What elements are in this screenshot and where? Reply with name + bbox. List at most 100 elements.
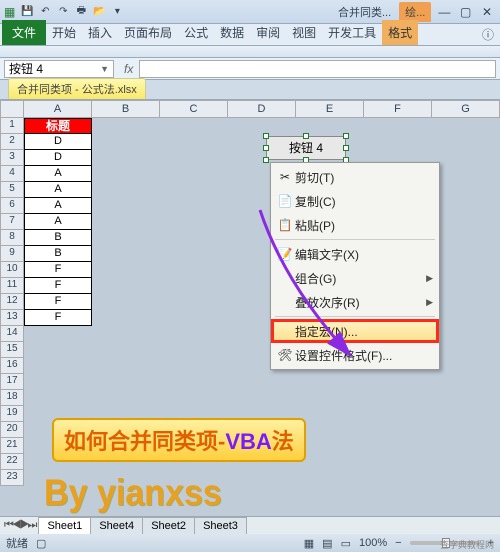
file-tab[interactable]: 文件 [2, 20, 46, 45]
menu-cut[interactable]: ✂剪切(T) [271, 165, 439, 189]
zoom-out-icon[interactable]: − [395, 537, 401, 549]
sheet-tab[interactable]: Sheet1 [38, 517, 91, 534]
undo-icon[interactable]: ↶ [37, 4, 53, 20]
tab-insert[interactable]: 插入 [82, 20, 118, 45]
contextual-tab-label: 绘... [399, 2, 431, 22]
row-header[interactable]: 20 [0, 422, 24, 438]
row-header[interactable]: 8 [0, 230, 24, 246]
tab-format-contextual[interactable]: 格式 [382, 20, 418, 45]
row-header[interactable]: 2 [0, 134, 24, 150]
tab-view[interactable]: 视图 [286, 20, 322, 45]
tab-home[interactable]: 开始 [46, 20, 82, 45]
data-cell[interactable]: B [24, 230, 92, 246]
row-header[interactable]: 22 [0, 454, 24, 470]
data-cell[interactable]: F [24, 278, 92, 294]
row-header[interactable]: 15 [0, 342, 24, 358]
maximize-icon[interactable]: ▢ [457, 5, 475, 19]
view-layout-icon[interactable]: ▤ [322, 537, 332, 550]
data-cell[interactable]: B [24, 246, 92, 262]
open-icon[interactable]: 📂 [91, 4, 107, 20]
row-header[interactable]: 9 [0, 246, 24, 262]
data-cell[interactable]: D [24, 150, 92, 166]
row-header[interactable]: 13 [0, 310, 24, 326]
print-icon[interactable]: 🖶 [73, 4, 89, 20]
col-header[interactable]: B [92, 100, 160, 118]
sheet-tab[interactable]: Sheet3 [194, 517, 247, 534]
row-header[interactable]: 23 [0, 470, 24, 486]
col-header[interactable]: C [160, 100, 228, 118]
tab-page-layout[interactable]: 页面布局 [118, 20, 178, 45]
row-header[interactable]: 7 [0, 214, 24, 230]
row-header[interactable]: 21 [0, 438, 24, 454]
tab-formulas[interactable]: 公式 [178, 20, 214, 45]
menu-copy[interactable]: 📄复制(C) [271, 189, 439, 213]
col-header[interactable]: G [432, 100, 500, 118]
resize-handle[interactable] [263, 133, 269, 139]
col-header[interactable]: A [24, 100, 92, 118]
resize-handle[interactable] [343, 133, 349, 139]
select-all-corner[interactable] [0, 100, 24, 118]
name-box-value: 按钮 4 [9, 60, 43, 77]
col-header[interactable]: E [296, 100, 364, 118]
sheet-tab[interactable]: Sheet2 [142, 517, 195, 534]
qat-more-icon[interactable]: ▾ [109, 4, 125, 20]
row-header[interactable]: 1 [0, 118, 24, 134]
menu-group[interactable]: 组合(G)▶ [271, 266, 439, 290]
row-header[interactable]: 12 [0, 294, 24, 310]
row-header[interactable]: 3 [0, 150, 24, 166]
row-header[interactable]: 19 [0, 406, 24, 422]
data-cell[interactable]: A [24, 182, 92, 198]
data-cell[interactable]: D [24, 134, 92, 150]
view-normal-icon[interactable]: ▦ [304, 537, 314, 550]
row-header[interactable]: 6 [0, 198, 24, 214]
chevron-down-icon[interactable]: ▼ [100, 64, 109, 74]
resize-handle[interactable] [263, 157, 269, 163]
row-header[interactable]: 14 [0, 326, 24, 342]
name-box[interactable]: 按钮 4 ▼ [4, 60, 114, 78]
tab-data[interactable]: 数据 [214, 20, 250, 45]
data-cell[interactable]: F [24, 262, 92, 278]
tab-developer[interactable]: 开发工具 [322, 20, 382, 45]
data-cell[interactable]: A [24, 214, 92, 230]
sheet-nav[interactable]: ⏮◀▶⏭ [0, 519, 39, 532]
macro-record-icon[interactable]: ▢ [36, 537, 46, 550]
paste-icon: 📋 [275, 218, 295, 232]
row-header[interactable]: 5 [0, 182, 24, 198]
save-icon[interactable]: 💾 [19, 4, 35, 20]
document-tabs: 合并同类项 - 公式法.xlsx [0, 80, 500, 100]
form-button[interactable]: 按钮 4 [266, 136, 346, 160]
minimize-icon[interactable]: ― [435, 5, 453, 19]
workbook-tab[interactable]: 合并同类项 - 公式法.xlsx [8, 78, 146, 99]
data-cell[interactable]: F [24, 294, 92, 310]
row-header[interactable]: 18 [0, 390, 24, 406]
row-header[interactable]: 4 [0, 166, 24, 182]
zoom-value[interactable]: 100% [359, 537, 387, 549]
row-header[interactable]: 17 [0, 374, 24, 390]
resize-handle[interactable] [263, 145, 269, 151]
menu-assign-macro[interactable]: 指定宏(N)... [271, 319, 439, 343]
sheet-tab[interactable]: Sheet4 [90, 517, 143, 534]
data-cell[interactable]: F [24, 310, 92, 326]
menu-edit-text[interactable]: 📝编辑文字(X) [271, 242, 439, 266]
fx-icon[interactable]: fx [118, 62, 139, 76]
data-cell[interactable]: A [24, 166, 92, 182]
data-cell[interactable]: A [24, 198, 92, 214]
resize-handle[interactable] [343, 145, 349, 151]
resize-handle[interactable] [303, 133, 309, 139]
row-header[interactable]: 11 [0, 278, 24, 294]
menu-order[interactable]: 叠放次序(R)▶ [271, 290, 439, 314]
col-header[interactable]: F [364, 100, 432, 118]
close-icon[interactable]: ✕ [478, 5, 496, 19]
tab-review[interactable]: 审阅 [250, 20, 286, 45]
row-header[interactable]: 10 [0, 262, 24, 278]
row-header[interactable]: 16 [0, 358, 24, 374]
view-break-icon[interactable]: ▭ [341, 537, 351, 550]
menu-paste[interactable]: 📋粘贴(P) [271, 213, 439, 237]
help-icon[interactable]: ⓘ [476, 24, 500, 45]
formula-bar[interactable] [139, 60, 496, 78]
redo-icon[interactable]: ↷ [55, 4, 71, 20]
copy-icon: 📄 [275, 194, 295, 208]
menu-format-control[interactable]: 🛠设置控件格式(F)... [271, 343, 439, 367]
col-header[interactable]: D [228, 100, 296, 118]
cell-header[interactable]: 标题 [24, 118, 92, 134]
